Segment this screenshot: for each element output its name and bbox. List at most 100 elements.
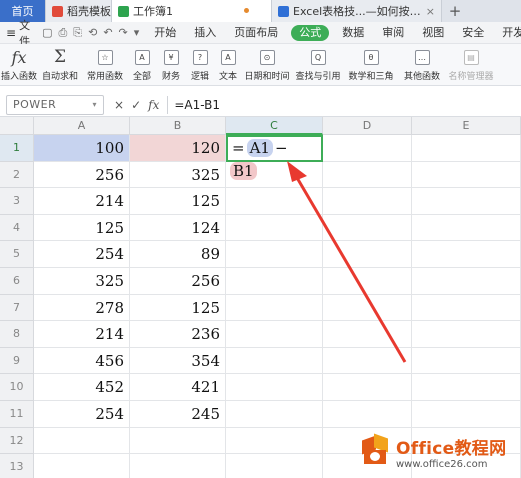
cell-a[interactable]: 278 [34,294,130,322]
text-functions-button[interactable]: A 文本 [214,47,242,82]
more-functions-button[interactable]: … 其他函数 [398,47,446,82]
date-time-button[interactable]: ⊙ 日期和时间 [242,47,292,82]
column-header-d[interactable]: D [323,117,412,135]
cell-empty[interactable] [323,321,412,348]
logical-button[interactable]: ? 逻辑 [186,47,214,82]
cell-b[interactable]: 354 [130,347,226,375]
cell-a[interactable] [34,427,130,455]
cell-empty[interactable] [226,427,323,455]
cell-a[interactable]: 456 [34,347,130,375]
cell-a[interactable]: 214 [34,188,130,215]
row-header[interactable]: 9 [0,347,34,375]
cell-empty[interactable] [226,401,323,428]
cell-empty[interactable] [412,188,521,215]
menu-developer[interactable]: 开发工具 [493,22,521,44]
cell-empty[interactable] [412,401,521,428]
cancel-icon[interactable]: × [114,98,124,112]
cell-b[interactable]: 125 [130,294,226,322]
cell-empty[interactable] [323,188,412,215]
row-header[interactable]: 12 [0,427,34,455]
cell-empty[interactable] [323,347,412,375]
select-all-corner[interactable] [0,117,34,135]
cell-empty[interactable] [412,268,521,295]
common-functions-button[interactable]: ☆ 常用函数 [82,47,128,82]
cell-empty[interactable] [323,268,412,295]
cell-empty[interactable] [412,135,521,162]
cell-b[interactable]: 124 [130,214,226,242]
cell-a[interactable]: 125 [34,214,130,242]
menu-security[interactable]: 安全 [453,22,493,44]
cell-empty[interactable] [412,294,521,322]
math-trig-button[interactable]: θ 数学和三角 [344,47,398,82]
row-header[interactable]: 2 [0,161,34,189]
cell-empty[interactable] [226,347,323,375]
cell-a[interactable]: 214 [34,321,130,348]
row-header[interactable]: 4 [0,214,34,242]
autosum-button[interactable]: Σ 自动求和 [38,47,82,82]
cell-empty[interactable] [226,188,323,215]
menu-formulas[interactable]: 公式 [291,24,330,41]
insert-function-button[interactable]: fx 插入函数 [0,47,38,83]
print-preview-icon[interactable]: ⎘ [73,26,82,40]
row-header[interactable]: 5 [0,241,34,268]
cell-empty[interactable] [412,161,521,189]
row-header[interactable]: 8 [0,321,34,348]
cell-empty[interactable] [226,321,323,348]
row-header[interactable]: 6 [0,268,34,295]
cell-b[interactable]: 325 [130,161,226,189]
tab-templates[interactable]: 稻壳模板 [46,0,112,22]
undo-icon[interactable]: ↶ [103,26,112,39]
cell-empty[interactable] [323,241,412,268]
cell-empty[interactable] [323,374,412,401]
cell-empty[interactable] [226,374,323,401]
chevron-down-icon[interactable]: ▾ [92,100,97,109]
accept-icon[interactable]: ✓ [131,98,141,112]
cell-empty[interactable] [412,214,521,242]
column-header-a[interactable]: A [34,117,130,135]
cell-a[interactable]: 254 [34,401,130,428]
close-icon[interactable]: × [426,5,435,18]
cell-empty[interactable] [323,294,412,322]
save-icon[interactable]: ▢ [42,26,52,39]
function-icon[interactable]: fx [148,98,159,112]
cell-b[interactable]: 120 [130,135,226,162]
cell-b[interactable]: 421 [130,374,226,401]
row-header[interactable]: 3 [0,188,34,215]
tab-excel-article[interactable]: Excel表格技...—如何按颜色筛选 × [272,0,442,22]
column-header-c[interactable]: C [226,117,323,135]
cell-a[interactable]: 325 [34,268,130,295]
cell-b[interactable]: 256 [130,268,226,295]
cell-empty[interactable] [412,241,521,268]
cell-empty[interactable] [412,347,521,375]
row-header[interactable]: 1 [0,135,34,162]
tab-workbook1[interactable]: 工作簿1 [112,0,272,22]
cell-empty[interactable] [323,214,412,242]
column-header-e[interactable]: E [412,117,521,135]
cell-empty[interactable] [226,214,323,242]
cell-a[interactable]: 254 [34,241,130,268]
cell-a[interactable]: 256 [34,161,130,189]
menu-home[interactable]: 开始 [145,22,185,44]
cell-empty[interactable] [323,401,412,428]
print-icon[interactable]: ⎙ [58,26,67,40]
cell-b[interactable]: 125 [130,188,226,215]
name-box[interactable]: POWER ▾ [6,94,104,115]
cell-a[interactable] [34,454,130,478]
row-header[interactable]: 13 [0,454,34,478]
menu-review[interactable]: 审阅 [373,22,413,44]
all-functions-button[interactable]: A 全部 [128,47,156,82]
cell-empty[interactable] [226,454,323,478]
menu-view[interactable]: 视图 [413,22,453,44]
menu-insert[interactable]: 插入 [185,22,225,44]
cell-empty[interactable] [226,161,323,189]
cell-a[interactable]: 100 [34,135,130,162]
format-painter-icon[interactable]: ⟲ [88,26,97,39]
cell-b[interactable] [130,454,226,478]
active-cell-c1[interactable]: = A1 −B1 [226,135,323,180]
cell-b[interactable]: 89 [130,241,226,268]
cell-a[interactable]: 452 [34,374,130,401]
chevron-down-icon[interactable]: ▾ [134,26,140,39]
new-tab-button[interactable]: + [442,0,468,22]
cell-empty[interactable] [412,321,521,348]
menu-data[interactable]: 数据 [333,22,373,44]
